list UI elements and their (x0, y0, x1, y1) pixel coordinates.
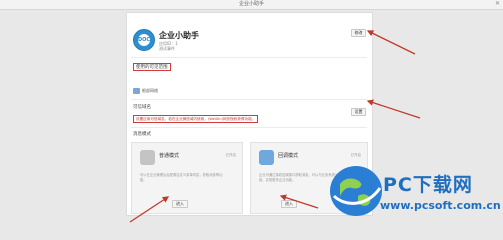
watermark-title: PC下载网 (383, 174, 473, 196)
edit-button[interactable]: 修改 (351, 29, 366, 37)
divider (131, 57, 367, 58)
app-name: 企业小助手 (159, 31, 199, 40)
app-logo-icon: DOC (133, 29, 155, 51)
normal-mode-icon (140, 150, 155, 165)
folder-icon (133, 88, 140, 94)
close-icon[interactable]: ✕ (495, 0, 500, 8)
window-title: 企业小助手 (238, 1, 264, 7)
app-meta: 应用ID：1 测试事件 (159, 41, 178, 51)
app-meta-desc: 测试事件 (159, 46, 175, 51)
enter-button[interactable]: 进入 (172, 200, 188, 208)
trusted-domain-warning: 设置应用可信域名，若在企业微信域内使用，(WeiXin)网页授权获得功能。 (133, 115, 259, 123)
set-button[interactable]: 设置 (351, 108, 366, 116)
pcsoft-logo-icon (330, 166, 382, 216)
callback-mode-icon (259, 150, 274, 165)
mode-card-tag: 已开启 (350, 153, 362, 157)
arrow-set (366, 99, 421, 119)
watermark-url: www.pcsoft.com.cn (380, 199, 501, 212)
visibility-label: 使用的可见范围 (133, 63, 171, 71)
divider (131, 99, 367, 100)
window-titlebar: 企业小助手 ✕ (0, 0, 503, 10)
app-logo-text: DOC (138, 34, 150, 46)
enter-button[interactable]: 进入 (281, 200, 297, 208)
mode-card-tag: 已开启 (225, 153, 237, 157)
arrow-edit (366, 30, 416, 55)
visibility-department[interactable]: 根部网络 (142, 88, 158, 94)
mode-card-desc: 企业可通过接收回调接口获取消息，可以与业务系统对接，实现更多企业功能。 (259, 173, 339, 182)
message-mode-label: 消息模式 (133, 132, 151, 137)
mode-card-desc: 可以在企业管理后台配置自定义菜单内容，获取消息等功能。 (140, 173, 223, 182)
mode-card-name: 回调模式 (278, 153, 299, 159)
divider (131, 127, 367, 128)
mode-card-normal: 普通模式 已开启 可以在企业管理后台配置自定义菜单内容，获取消息等功能。 进入 (131, 142, 243, 214)
trusted-domain-label: 可信域名 (133, 105, 151, 110)
mode-card-name: 普通模式 (159, 153, 180, 159)
